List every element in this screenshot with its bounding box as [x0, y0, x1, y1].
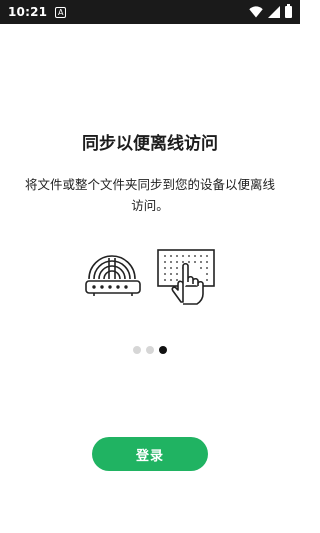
- page-dot-active: [159, 346, 167, 354]
- wifi-icon: [249, 6, 263, 18]
- router-lights: [92, 285, 128, 289]
- sync-illustration: [85, 249, 215, 305]
- page-title: 同步以便离线访问: [82, 134, 218, 154]
- status-icons: [249, 4, 292, 18]
- tap-sync-icon: [157, 249, 215, 305]
- login-button[interactable]: 登录: [92, 437, 208, 471]
- page-indicator: [0, 346, 300, 354]
- battery-icon: [285, 4, 292, 18]
- status-bar: 10:21 A: [0, 0, 300, 24]
- page-dot: [146, 346, 154, 354]
- status-time: 10:21: [8, 5, 48, 19]
- router-icon: [85, 255, 141, 296]
- page-description: 将文件或整个文件夹同步到您的设备以便离线访问。: [24, 177, 275, 213]
- page-dot: [133, 346, 141, 354]
- notification-icon: A: [55, 6, 67, 18]
- signal-icon: [268, 6, 280, 18]
